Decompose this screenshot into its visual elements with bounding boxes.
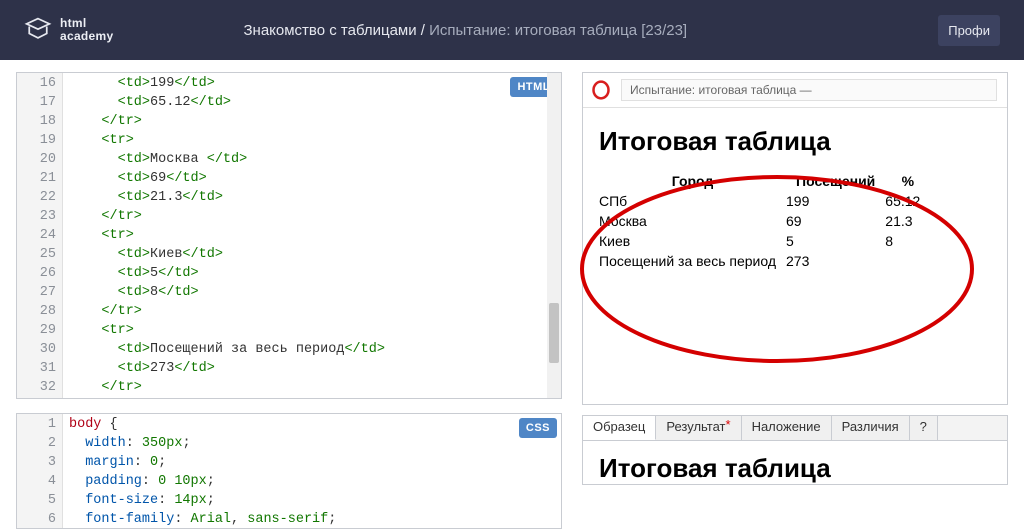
scrollbar-vertical[interactable] [547,73,561,398]
tab-4[interactable]: ? [910,416,938,440]
logo[interactable]: html academy [24,16,113,44]
html-code-area[interactable]: <td>199</td> <td>65.12</td> </tr> <tr> <… [63,73,561,399]
breadcrumb-part1[interactable]: Знакомство с таблицами / [243,22,429,39]
css-code-area[interactable]: body { width: 350px; margin: 0; padding:… [63,414,561,529]
preview-pane: Испытание: итоговая таблица — Итоговая т… [582,72,1008,405]
opera-icon [591,80,611,100]
tab-3[interactable]: Различия [832,416,910,440]
address-input[interactable]: Испытание: итоговая таблица — [621,79,997,101]
css-badge: CSS [519,418,557,438]
css-gutter: 123456 [17,414,63,528]
table-header: % [885,171,930,191]
top-navbar: html academy Знакомство с таблицами / Ис… [0,0,1024,60]
logo-text-line2: academy [60,30,113,43]
sample-heading: Итоговая таблица [599,453,991,484]
table-cell: 199 [786,191,885,211]
table-cell: 21.3 [885,211,930,231]
preview-heading: Итоговая таблица [599,126,991,157]
table-cell: 69 [786,211,885,231]
breadcrumb-part2: Испытание: итоговая таблица [23/23] [429,22,687,39]
table-cell: 65.12 [885,191,930,211]
table-cell: Москва [599,211,786,231]
tab-2[interactable]: Наложение [742,416,832,440]
scrollbar-thumb[interactable] [549,303,559,363]
html-gutter: 1617181920212223242526272829303132333435… [17,73,63,398]
tab-1[interactable]: Результат* [656,416,741,440]
breadcrumb[interactable]: Знакомство с таблицами / Испытание: итог… [243,22,687,39]
browser-address-bar: Испытание: итоговая таблица — [583,73,1007,108]
html-editor[interactable]: HTML 16171819202122232425262728293031323… [16,72,562,399]
table-cell: Киев [599,231,786,251]
logo-icon [24,16,52,44]
table-cell: СПб [599,191,786,211]
preview-tabs: ОбразецРезультат*НаложениеРазличия? [582,415,1008,441]
table-header: Посещений [786,171,885,191]
profile-button[interactable]: Профи [938,15,1000,46]
table-cell: 8 [885,231,930,251]
preview-table: ГородПосещений% СПб19965.12 Москва6921.3 Ки… [599,171,930,271]
css-editor[interactable]: CSS 123456 body { width: 350px; margin: … [16,413,562,529]
table-cell: 5 [786,231,885,251]
table-header: Город [599,171,786,191]
sample-preview: Итоговая таблица [582,441,1008,485]
tab-0[interactable]: Образец [583,416,656,440]
